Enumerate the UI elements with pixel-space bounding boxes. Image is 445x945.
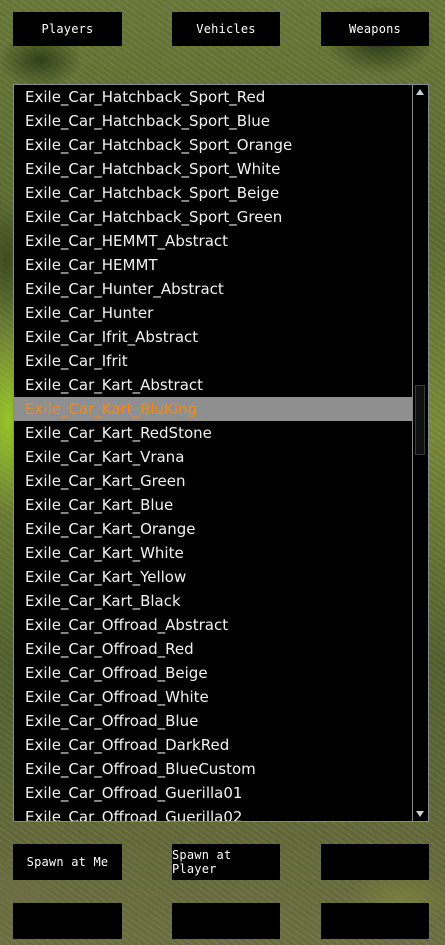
list-item[interactable]: Exile_Car_Kart_White	[14, 541, 412, 565]
empty-action-button[interactable]	[13, 903, 122, 939]
list-item[interactable]: Exile_Car_HEMMT_Abstract	[14, 229, 412, 253]
spawn-at-me-button[interactable]: Spawn at Me	[13, 844, 122, 880]
list-item[interactable]: Exile_Car_Hunter_Abstract	[14, 277, 412, 301]
list-item[interactable]: Exile_Car_Hatchback_Sport_Orange	[14, 133, 412, 157]
list-scrollbar[interactable]	[412, 85, 428, 821]
list-item[interactable]: Exile_Car_Kart_Abstract	[14, 373, 412, 397]
list-item[interactable]: Exile_Car_Ifrit	[14, 349, 412, 373]
list-item[interactable]: Exile_Car_Kart_Yellow	[14, 565, 412, 589]
list-item[interactable]: Exile_Car_Offroad_White	[14, 685, 412, 709]
list-item[interactable]: Exile_Car_Offroad_Red	[14, 637, 412, 661]
list-item[interactable]: Exile_Car_Offroad_Guerilla01	[14, 781, 412, 805]
spawn-at-player-button[interactable]: Spawn at Player	[172, 844, 280, 880]
list-item[interactable]: Exile_Car_Offroad_Abstract	[14, 613, 412, 637]
list-item[interactable]: Exile_Car_Hatchback_Sport_Blue	[14, 109, 412, 133]
list-item[interactable]: Exile_Car_Offroad_Guerilla02	[14, 805, 412, 821]
list-item[interactable]: Exile_Car_Hunter	[14, 301, 412, 325]
tab-vehicles[interactable]: Vehicles	[172, 12, 280, 46]
scrollbar-thumb[interactable]	[415, 385, 425, 455]
empty-action-button[interactable]	[321, 844, 429, 880]
vehicle-list-panel: Exile_Car_Hatchback_Sport_Red Exile_Car_H…	[13, 84, 429, 822]
list-item[interactable]: Exile_Car_Hatchback_Sport_White	[14, 157, 412, 181]
list-item[interactable]: Exile_Car_Hatchback_Sport_Beige	[14, 181, 412, 205]
list-item[interactable]: Exile_Car_Offroad_DarkRed	[14, 733, 412, 757]
list-item[interactable]: Exile_Car_Kart_RedStone	[14, 421, 412, 445]
list-item[interactable]: Exile_Car_Kart_Orange	[14, 517, 412, 541]
vehicle-list[interactable]: Exile_Car_Hatchback_Sport_Red Exile_Car_H…	[14, 85, 412, 821]
scroll-down-icon[interactable]	[416, 811, 424, 817]
list-item[interactable]: Exile_Car_Hatchback_Sport_Red	[14, 85, 412, 109]
list-item[interactable]: Exile_Car_Hatchback_Sport_Green	[14, 205, 412, 229]
list-item[interactable]: Exile_Car_Ifrit_Abstract	[14, 325, 412, 349]
list-item-selected[interactable]: Exile_Car_Kart_BluKing	[14, 397, 412, 421]
list-item[interactable]: Exile_Car_Kart_Black	[14, 589, 412, 613]
list-item[interactable]: Exile_Car_Kart_Green	[14, 469, 412, 493]
tab-players[interactable]: Players	[13, 12, 122, 46]
empty-action-button[interactable]	[321, 903, 429, 939]
tab-weapons[interactable]: Weapons	[321, 12, 429, 46]
list-item[interactable]: Exile_Car_Offroad_BlueCustom	[14, 757, 412, 781]
scroll-up-icon[interactable]	[416, 89, 424, 95]
list-item[interactable]: Exile_Car_Offroad_Blue	[14, 709, 412, 733]
empty-action-button[interactable]	[172, 903, 280, 939]
list-item[interactable]: Exile_Car_HEMMT	[14, 253, 412, 277]
list-item[interactable]: Exile_Car_Offroad_Beige	[14, 661, 412, 685]
list-item[interactable]: Exile_Car_Kart_Blue	[14, 493, 412, 517]
list-item[interactable]: Exile_Car_Kart_Vrana	[14, 445, 412, 469]
